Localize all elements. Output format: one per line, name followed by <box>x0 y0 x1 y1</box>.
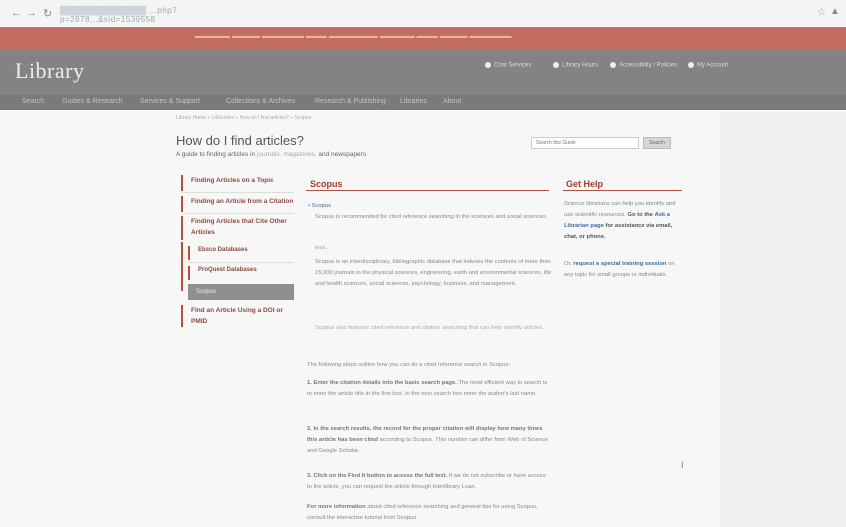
nav-about[interactable]: About <box>443 98 461 105</box>
right-rail <box>720 112 846 527</box>
reload-icon[interactable]: ↻ <box>43 7 52 20</box>
nav-services[interactable]: Services & Support <box>140 98 200 105</box>
step-3: 3. Click on the Find It button to access… <box>307 473 546 490</box>
scopus-intro: Scopus is recommended for cited referenc… <box>315 214 548 220</box>
chat-icon <box>485 62 491 68</box>
menu-divider <box>188 262 294 263</box>
less-link[interactable]: less... <box>315 243 330 254</box>
guide-search-button[interactable]: Search <box>643 137 671 149</box>
scopus-link-item: • Scopus <box>308 203 331 209</box>
help-title: Get Help <box>566 179 604 189</box>
scopus-note: Scopus also features cited reference and… <box>315 325 544 331</box>
arrow-left-icon[interactable]: ← <box>11 7 22 19</box>
nav-search[interactable]: Search <box>22 98 44 105</box>
address-bar[interactable]: ██████████████ ...php?p=2878...&sid=1539… <box>60 6 220 24</box>
page-subtitle: A guide to finding articles in journals,… <box>176 151 367 158</box>
scopus-link[interactable]: Scopus <box>312 203 331 209</box>
nav-guides[interactable]: Guides & Research <box>62 98 123 105</box>
help-text-2: Or, request a special training session o… <box>564 261 675 278</box>
nav-collections[interactable]: Collections & Archives <box>226 98 295 105</box>
account-icon[interactable]: ▲ <box>830 6 840 17</box>
util-link-policies[interactable]: Accessibility / Policies <box>610 62 677 69</box>
scopus-description: Scopus is an interdisciplinary, bibliogr… <box>315 259 552 287</box>
menu-citation[interactable]: Finding an Article from a Citation <box>181 196 294 212</box>
training-session-link[interactable]: request a special training session <box>573 261 666 267</box>
menu-divider <box>181 192 294 193</box>
util-link-hours[interactable]: Library Hours <box>553 62 598 69</box>
user-icon <box>688 62 694 68</box>
menu-topic[interactable]: Finding Articles on a Topic <box>181 175 294 191</box>
nav-libraries[interactable]: Libraries <box>400 98 427 105</box>
step-2: 2. In the search results, the record for… <box>307 426 549 454</box>
arrow-right-icon[interactable]: → <box>26 7 37 19</box>
menu-ebsco[interactable]: Ebsco Databases <box>188 246 294 260</box>
help-text-1: Science librarians can help you identify… <box>564 201 676 240</box>
menu-scopus-active[interactable]: Scopus <box>188 284 294 300</box>
mouse-cursor-icon: I <box>681 460 684 470</box>
guide-search-input[interactable] <box>531 137 639 149</box>
info-icon <box>610 62 616 68</box>
clock-icon <box>553 62 559 68</box>
nav-research[interactable]: Research & Publishing <box>315 98 386 105</box>
section-rule <box>306 190 549 191</box>
menu-proquest[interactable]: ProQuest Databases <box>188 266 294 280</box>
step-1: 1. Enter the citation details into the b… <box>307 380 548 397</box>
star-icon[interactable]: ☆ <box>817 7 826 18</box>
page-title: How do I find articles? <box>176 133 304 148</box>
menu-doi[interactable]: Find an Article Using a DOI or PMID <box>181 305 294 327</box>
library-logo[interactable]: Library <box>15 58 84 84</box>
help-rule <box>563 190 682 191</box>
steps-lead: The following steps outline how you can … <box>307 362 511 368</box>
util-link-account[interactable]: My Account <box>688 62 728 69</box>
alert-banner-text: ▬▬▬▬▬ ▬▬▬▬ ▬▬▬▬▬▬ ▬▬▬ ▬▬▬▬▬▬▬ ▬▬▬▬▬ ▬▬▬ … <box>195 33 512 40</box>
util-link-chat[interactable]: Chat Services <box>485 62 531 69</box>
menu-divider <box>181 213 294 214</box>
breadcrumb[interactable]: Library Home » LibGuides » How do I find… <box>176 115 311 121</box>
menu-cite-other[interactable]: Finding Articles that Cite Other Article… <box>181 216 294 240</box>
more-info: For more information about cited referen… <box>307 504 538 521</box>
site-header <box>0 49 846 95</box>
section-title: Scopus <box>310 179 343 189</box>
